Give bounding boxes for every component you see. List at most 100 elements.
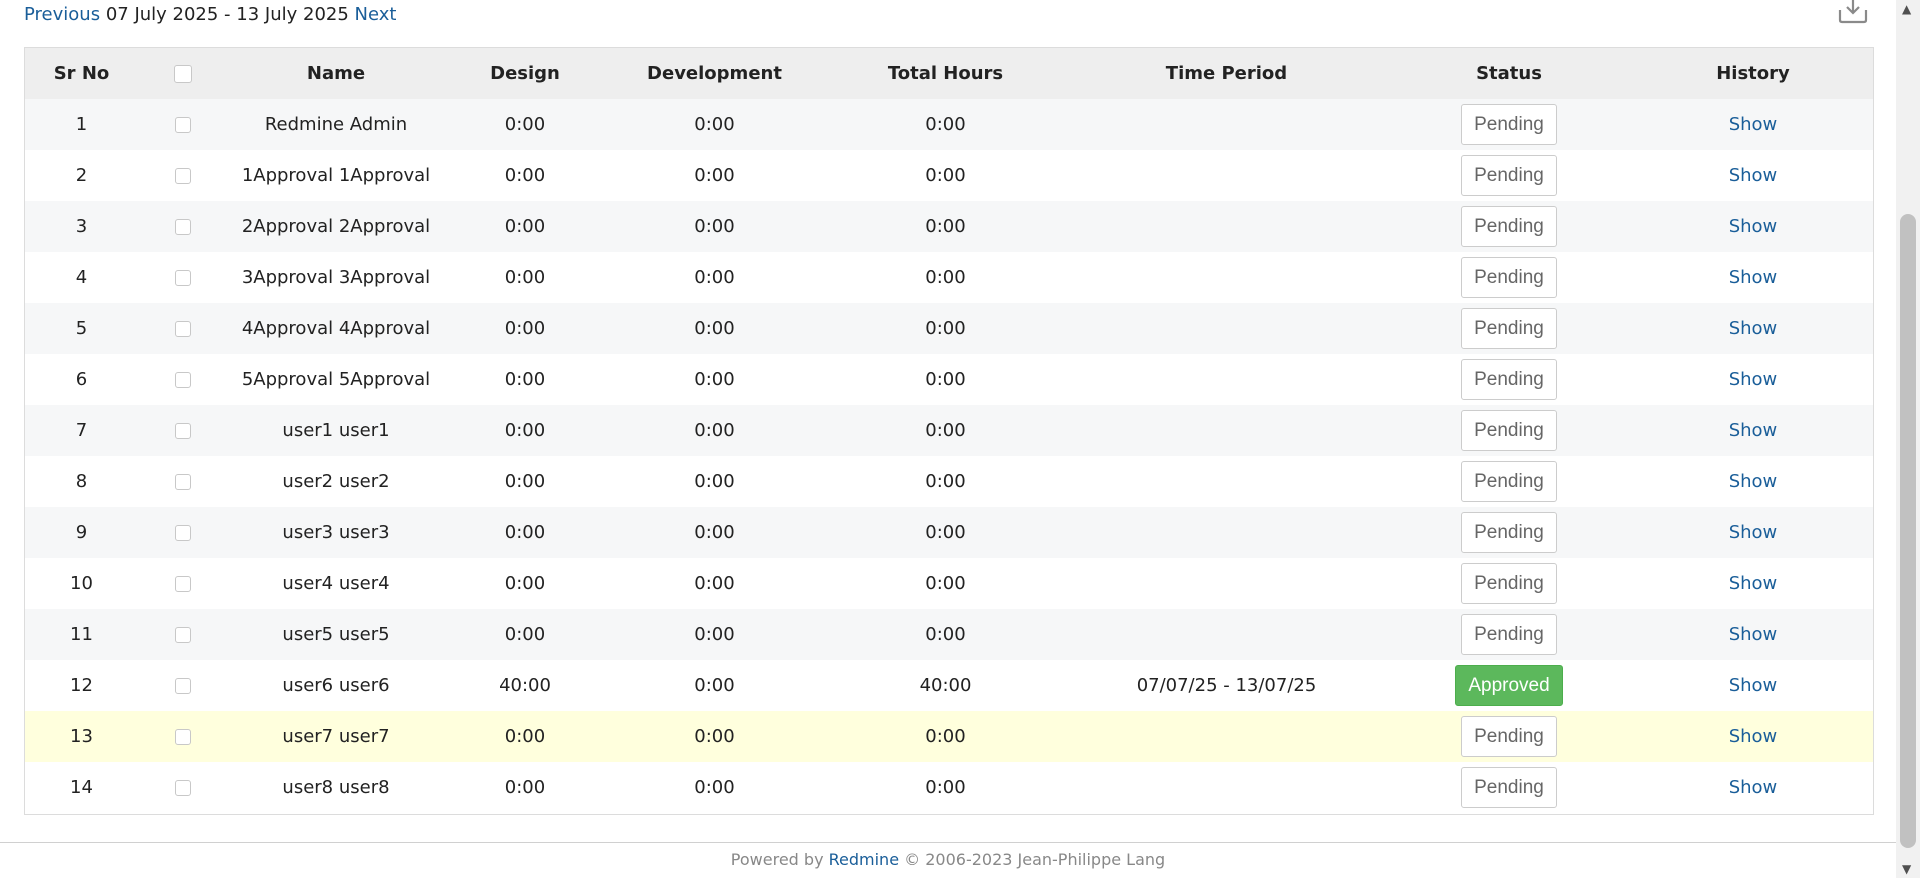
timesheet-table-container: Sr No Name Design Development Total Hour… xyxy=(24,47,1874,815)
row-checkbox[interactable] xyxy=(175,219,191,235)
scroll-down-arrow-icon[interactable]: ▼ xyxy=(1902,862,1911,876)
history-show-link[interactable]: Show xyxy=(1729,165,1778,186)
status-button[interactable]: Pending xyxy=(1461,104,1557,145)
history-cell: Show xyxy=(1633,558,1873,609)
row-checkbox[interactable] xyxy=(175,576,191,592)
row-checkbox[interactable] xyxy=(175,321,191,337)
development-hours-cell: 0:00 xyxy=(694,114,735,135)
table-row: 1 Redmine Admin 0:00 0:00 0:00 Pending Show xyxy=(25,99,1873,150)
row-checkbox[interactable] xyxy=(175,474,191,490)
footer-powered-by: Powered by xyxy=(730,850,824,869)
select-cell xyxy=(138,354,228,405)
status-button[interactable]: Pending xyxy=(1461,257,1557,298)
history-show-link[interactable]: Show xyxy=(1729,420,1778,441)
next-period-link[interactable]: Next xyxy=(355,4,397,25)
history-show-link[interactable]: Show xyxy=(1729,777,1778,798)
total-hours-cell: 0:00 xyxy=(925,267,966,288)
total-hours-cell: 0:00 xyxy=(925,369,966,390)
history-show-link[interactable]: Show xyxy=(1729,624,1778,645)
time-period-cell xyxy=(1068,150,1385,201)
status-button[interactable]: Pending xyxy=(1461,461,1557,502)
status-button[interactable]: Pending xyxy=(1461,308,1557,349)
history-show-link[interactable]: Show xyxy=(1729,267,1778,288)
select-cell xyxy=(138,252,228,303)
name-cell: user1 user1 xyxy=(282,420,390,441)
column-header-status[interactable]: Status xyxy=(1385,48,1633,99)
row-checkbox[interactable] xyxy=(175,780,191,796)
row-checkbox[interactable] xyxy=(175,270,191,286)
status-button[interactable]: Pending xyxy=(1461,410,1557,451)
history-show-link[interactable]: Show xyxy=(1729,114,1778,135)
history-show-link[interactable]: Show xyxy=(1729,471,1778,492)
time-period-cell xyxy=(1068,711,1385,762)
status-button[interactable]: Pending xyxy=(1461,155,1557,196)
development-hours-cell: 0:00 xyxy=(694,318,735,339)
row-checkbox[interactable] xyxy=(175,678,191,694)
scrollbar-thumb[interactable] xyxy=(1900,214,1916,848)
history-show-link[interactable]: Show xyxy=(1729,726,1778,747)
design-hours-cell: 0:00 xyxy=(504,726,546,747)
select-cell xyxy=(138,558,228,609)
design-hours-cell: 0:00 xyxy=(504,318,546,339)
column-header-sr-no[interactable]: Sr No xyxy=(25,48,138,99)
status-cell: Pending xyxy=(1385,507,1633,558)
name-cell: user4 user4 xyxy=(282,573,390,594)
time-period-cell: 07/07/25 - 13/07/25 xyxy=(1136,675,1317,696)
footer-redmine-link[interactable]: Redmine xyxy=(829,850,899,869)
column-header-name[interactable]: Name xyxy=(228,48,444,99)
row-checkbox[interactable] xyxy=(175,423,191,439)
column-header-time-period[interactable]: Time Period xyxy=(1068,48,1385,99)
select-cell xyxy=(138,660,228,711)
status-button[interactable]: Pending xyxy=(1461,767,1557,808)
table-row: 9 user3 user3 0:00 0:00 0:00 Pending Show xyxy=(25,507,1873,558)
time-period-cell xyxy=(1068,354,1385,405)
row-checkbox[interactable] xyxy=(175,168,191,184)
table-row: 8 user2 user2 0:00 0:00 0:00 Pending Show xyxy=(25,456,1873,507)
row-checkbox[interactable] xyxy=(175,525,191,541)
column-header-total-hours[interactable]: Total Hours xyxy=(823,48,1068,99)
status-cell: Pending xyxy=(1385,201,1633,252)
status-button[interactable]: Pending xyxy=(1461,512,1557,553)
select-cell xyxy=(138,711,228,762)
sr-no-cell: 2 xyxy=(75,165,88,186)
sr-no-cell: 13 xyxy=(70,726,93,747)
column-header-design[interactable]: Design xyxy=(444,48,606,99)
row-checkbox[interactable] xyxy=(175,729,191,745)
column-header-development[interactable]: Development xyxy=(606,48,823,99)
select-cell xyxy=(138,762,228,813)
row-checkbox[interactable] xyxy=(175,627,191,643)
name-cell: user6 user6 xyxy=(282,675,390,696)
history-show-link[interactable]: Show xyxy=(1729,216,1778,237)
history-show-link[interactable]: Show xyxy=(1729,675,1778,696)
period-navigation: Previous 07 July 2025 - 13 July 2025 Nex… xyxy=(24,3,396,27)
select-all-checkbox[interactable] xyxy=(174,65,192,83)
vertical-scrollbar[interactable]: ▲ ▼ xyxy=(1896,0,1920,878)
history-show-link[interactable]: Show xyxy=(1729,318,1778,339)
select-cell xyxy=(138,201,228,252)
status-button[interactable]: Pending xyxy=(1461,359,1557,400)
status-button[interactable]: Approved xyxy=(1455,665,1563,706)
total-hours-cell: 0:00 xyxy=(925,624,966,645)
development-hours-cell: 0:00 xyxy=(694,165,735,186)
status-cell: Pending xyxy=(1385,354,1633,405)
status-cell: Pending xyxy=(1385,609,1633,660)
status-button[interactable]: Pending xyxy=(1461,563,1557,604)
column-header-history[interactable]: History xyxy=(1633,48,1873,99)
time-period-cell xyxy=(1068,609,1385,660)
select-cell xyxy=(138,99,228,150)
total-hours-cell: 40:00 xyxy=(919,675,972,696)
status-button[interactable]: Pending xyxy=(1461,614,1557,655)
history-show-link[interactable]: Show xyxy=(1729,369,1778,390)
status-button[interactable]: Pending xyxy=(1461,206,1557,247)
history-show-link[interactable]: Show xyxy=(1729,573,1778,594)
history-show-link[interactable]: Show xyxy=(1729,522,1778,543)
row-checkbox[interactable] xyxy=(175,117,191,133)
name-cell: user2 user2 xyxy=(282,471,390,492)
row-checkbox[interactable] xyxy=(175,372,191,388)
development-hours-cell: 0:00 xyxy=(694,522,735,543)
download-tray-icon[interactable] xyxy=(1835,0,1871,24)
previous-period-link[interactable]: Previous xyxy=(24,4,100,25)
table-row: 11 user5 user5 0:00 0:00 0:00 Pending Show xyxy=(25,609,1873,660)
scroll-up-arrow-icon[interactable]: ▲ xyxy=(1902,2,1911,16)
status-button[interactable]: Pending xyxy=(1461,716,1557,757)
